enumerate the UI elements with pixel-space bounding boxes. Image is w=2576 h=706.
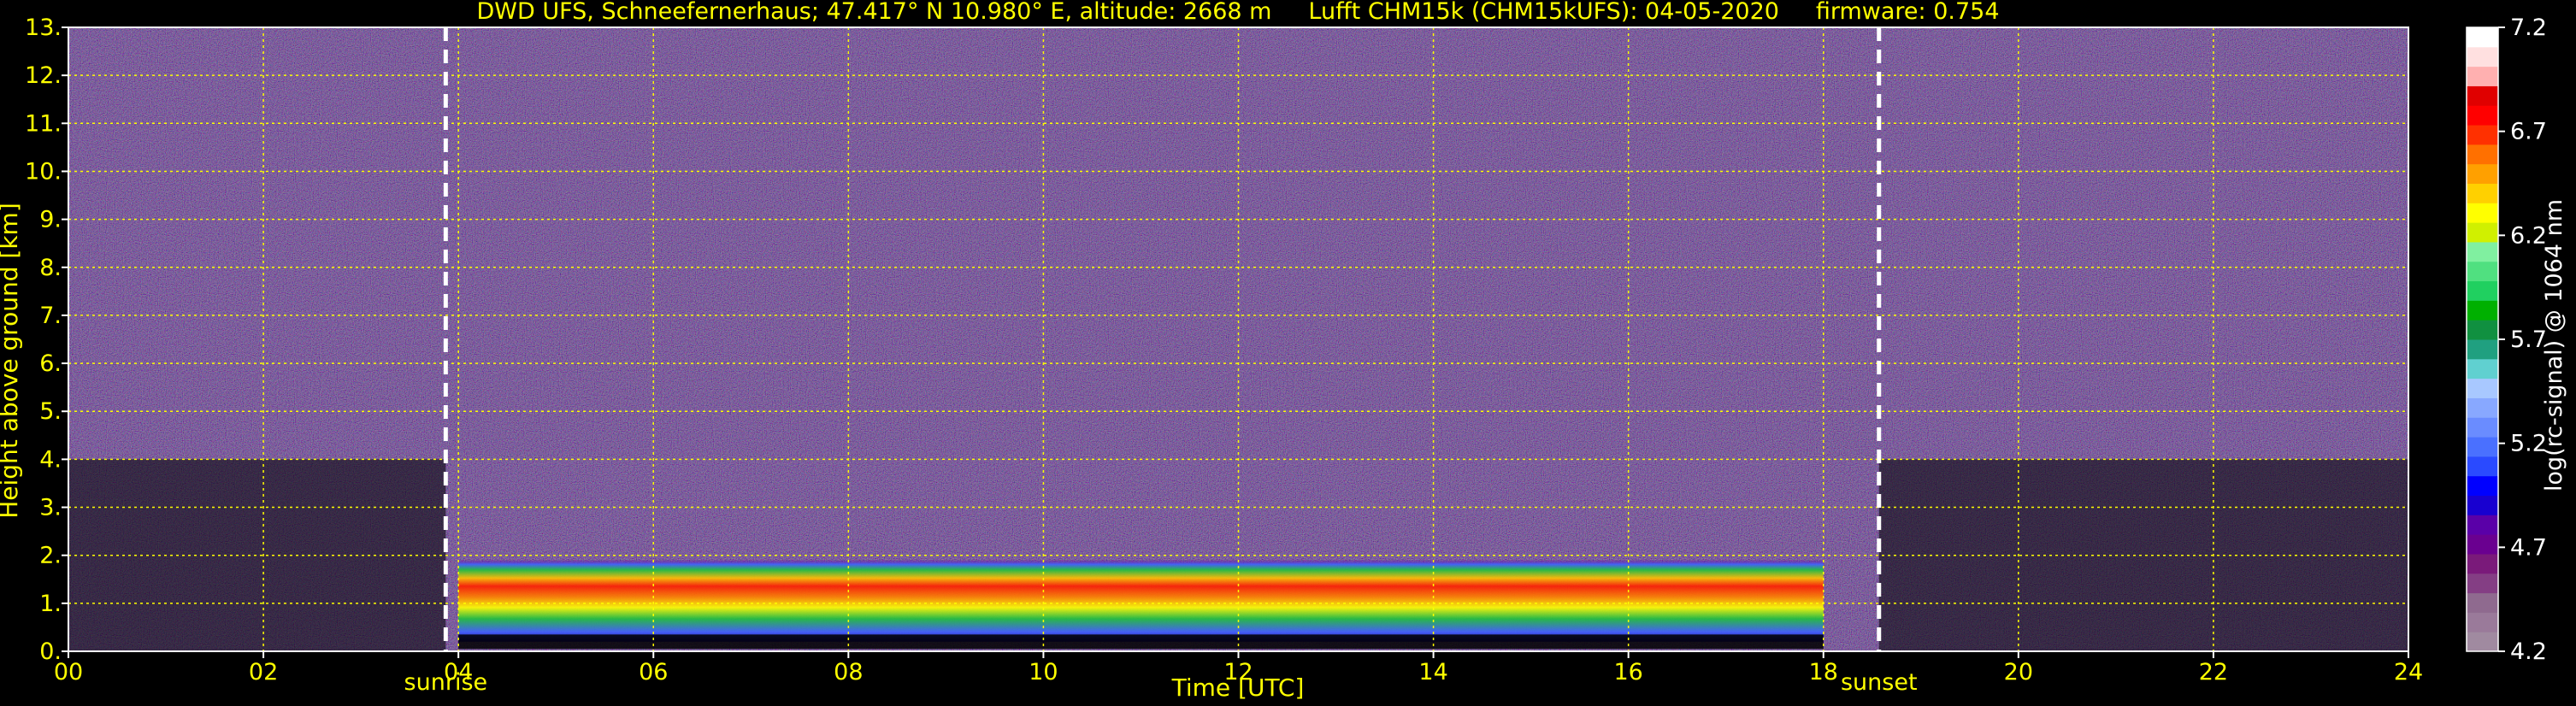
night-low-signal-left xyxy=(68,459,446,651)
colorbar-swatch xyxy=(2467,261,2498,282)
x-tick-label: 24 xyxy=(2394,659,2423,685)
x-tick-label: 14 xyxy=(1418,659,1447,685)
colorbar-swatch xyxy=(2467,222,2498,243)
y-tick-label: 11. xyxy=(25,110,62,137)
colorbar-swatch xyxy=(2467,339,2498,360)
colorbar-swatch xyxy=(2467,475,2498,496)
colorbar-swatch xyxy=(2467,320,2498,340)
y-tick-label: 1. xyxy=(39,591,62,617)
x-tick-label: 18 xyxy=(1809,659,1838,685)
colorbar-swatch xyxy=(2467,358,2498,379)
colorbar-swatch xyxy=(2467,183,2498,203)
colorbar-swatch xyxy=(2467,241,2498,262)
colorbar-swatch xyxy=(2467,632,2498,652)
colorbar-tick-label: 6.7 xyxy=(2510,119,2547,145)
y-tick-label: 12. xyxy=(25,62,62,89)
colorbar-swatch xyxy=(2467,397,2498,418)
colorbar-swatch xyxy=(2467,144,2498,165)
colorbar-label: log(rc-signal) @ 1064 nm xyxy=(2541,199,2567,491)
colorbar-swatch xyxy=(2467,515,2498,535)
y-tick-label: 0. xyxy=(39,638,62,665)
y-axis-label: Height above ground [km] xyxy=(0,203,23,519)
colorbar-swatch xyxy=(2467,495,2498,515)
colorbar-swatch xyxy=(2467,105,2498,126)
x-tick-label: 16 xyxy=(1613,659,1642,685)
x-tick-label: 20 xyxy=(2004,659,2033,685)
colorbar-tick-label: 4.7 xyxy=(2510,534,2547,561)
night-low-signal-right xyxy=(1878,459,2408,651)
colorbar-swatch xyxy=(2467,300,2498,321)
colorbar-swatch xyxy=(2467,592,2498,613)
colorbar-swatch xyxy=(2467,553,2498,574)
colorbar-swatch xyxy=(2467,85,2498,106)
colorbar-swatch xyxy=(2467,437,2498,457)
chart-title: DWD UFS, Schneefernerhaus; 47.417° N 10.… xyxy=(476,0,1999,25)
y-tick-label: 2. xyxy=(39,543,62,569)
colorbar-swatch xyxy=(2467,573,2498,594)
colorbar-swatch xyxy=(2467,378,2498,398)
near-ground-dark-layer xyxy=(458,634,1824,650)
y-tick-label: 5. xyxy=(39,398,62,425)
boundary-layer-signal xyxy=(458,560,1824,642)
colorbar-swatch xyxy=(2467,280,2498,301)
colorbar: 4.24.75.25.76.26.77.2 xyxy=(2466,15,2547,665)
y-tick-label: 4. xyxy=(39,446,62,473)
y-tick-label: 6. xyxy=(39,350,62,377)
colorbar-swatch xyxy=(2467,534,2498,555)
y-tick-label: 9. xyxy=(39,207,62,233)
colorbar-swatch xyxy=(2467,417,2498,438)
x-tick-label: 08 xyxy=(834,659,863,685)
colorbar-swatch xyxy=(2467,46,2498,68)
colorbar-tick-label: 7.2 xyxy=(2510,15,2547,41)
colorbar-swatch xyxy=(2467,456,2498,477)
x-tick-label: 06 xyxy=(639,659,668,685)
y-tick-label: 10. xyxy=(25,158,62,185)
x-tick-label: 02 xyxy=(249,659,278,685)
x-tick-label: 22 xyxy=(2199,659,2228,685)
y-tick-label: 8. xyxy=(39,255,62,281)
colorbar-tick-label: 4.2 xyxy=(2510,638,2547,665)
y-tick-label: 3. xyxy=(39,495,62,521)
x-axis-label: Time [UTC] xyxy=(1171,674,1305,702)
colorbar-swatch xyxy=(2467,125,2498,145)
ceilometer-chart: sunrise sunset 00 02 04 06 08 10 12 14 16 18 20 22 24… xyxy=(0,0,2567,702)
y-tick-label: 13. xyxy=(25,15,62,41)
sunset-label: sunset xyxy=(1841,669,1918,696)
colorbar-swatch xyxy=(2467,163,2498,184)
x-tick-label: 10 xyxy=(1029,659,1058,685)
y-tick-label: 7. xyxy=(39,303,62,329)
colorbar-swatch xyxy=(2467,203,2498,223)
colorbar-swatch xyxy=(2467,66,2498,86)
colorbar-swatch xyxy=(2467,27,2498,48)
x-tick-label: 04 xyxy=(444,659,473,685)
colorbar-swatch xyxy=(2467,612,2498,632)
